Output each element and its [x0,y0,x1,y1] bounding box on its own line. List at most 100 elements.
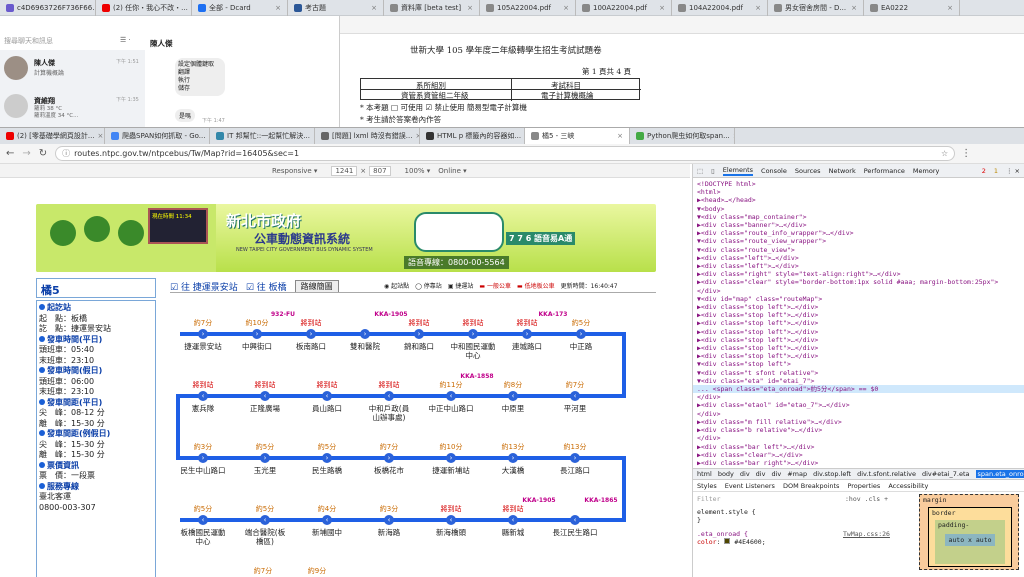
close-icon[interactable]: × [733,132,734,140]
devtools-tab[interactable]: Performance [864,167,905,175]
browser-tab[interactable]: 男女宿舍房間 - D... × [768,0,864,16]
browser-tab[interactable]: EA0222 × [864,0,960,16]
dom-node[interactable]: ▶<div class="clear" style="border-bottom… [693,278,1024,286]
height-field[interactable]: 807 [369,165,391,176]
inspect-icon[interactable]: ⬚ [697,167,703,175]
breadcrumb-item[interactable]: div.stop.left [813,470,851,478]
star-icon[interactable]: ☆ [941,149,948,158]
styles-tab[interactable]: Styles [697,482,717,490]
styles-tab[interactable]: Accessibility [888,482,928,490]
stop-name[interactable]: 中和國民運動中心 [450,342,496,360]
device-icon[interactable]: ▯ [711,167,715,175]
dom-node[interactable]: ▶<div class="right" style="text-align:ri… [693,270,1024,278]
stop-name[interactable]: 長江民生路口 [552,528,598,537]
devtools-tab[interactable]: Console [761,167,787,175]
breadcrumb-item[interactable]: #map [787,470,807,478]
stop-name[interactable]: 民生中山路口 [180,466,226,475]
dom-node[interactable]: ▶<div class="stop left">…</div> [693,336,1024,344]
dom-node[interactable]: ▶<head>…</head> [693,196,1024,204]
warning-count[interactable]: 1 [994,167,998,175]
breadcrumb-item[interactable]: body [718,470,734,478]
browser-tab[interactable]: c4D6963726F736F66...× [0,0,96,16]
browser-tab[interactable]: Python爬虫如何取span...× [630,128,735,144]
dom-node[interactable]: ▶<div class="etaol" id="etao_7">…</div> [693,401,1024,409]
devtools-menu-icon[interactable]: ⋮ × [1006,167,1020,175]
browser-tab[interactable]: IT 邦幫忙::一起幫忙解決...× [210,128,315,144]
stop-name[interactable]: 憲兵隊 [180,404,226,413]
devtools-tab[interactable]: Elements [722,166,754,176]
stop-name[interactable]: 員山路口 [304,404,350,413]
breadcrumb-item[interactable]: span.eta_onroad [975,470,1024,478]
dom-node[interactable]: </div> [693,287,1024,295]
stop-name[interactable]: 端合醫院(板橋區) [242,528,288,546]
device-mode-select[interactable]: Responsive ▾ [272,167,317,175]
dom-node[interactable]: ▼<body> [693,205,1024,213]
zoom-select[interactable]: 100% ▾ [405,167,431,175]
dom-node[interactable]: ▶<div class="stop left">…</div> [693,328,1024,336]
browser-tab[interactable]: 橘5 - 三峽 × [525,128,630,144]
stop-name[interactable]: 錦和路口 [396,342,442,351]
stop-name[interactable]: 新埔國中 [304,528,350,537]
devtools-tab[interactable]: Network [829,167,856,175]
styles-filter-input[interactable]: Filter [697,495,720,503]
stop-name[interactable]: 平河里 [552,404,598,413]
stop-name[interactable]: 板南路口 [288,342,334,351]
dom-node[interactable]: ▼<div id="map" class="routeMap"> [693,295,1024,303]
stop-name[interactable]: 民生路橋 [304,466,350,475]
breadcrumb-item[interactable]: div.t.sfont.relative [857,470,916,478]
close-icon[interactable]: × [467,4,473,12]
close-icon[interactable]: × [755,4,761,12]
devtools-tab[interactable]: Memory [913,167,939,175]
dom-node[interactable]: <!DOCTYPE html> [693,180,1024,188]
breadcrumb-item[interactable]: div [756,470,766,478]
dom-node[interactable]: ... <span class="eta_onroad">約5分</span> … [693,385,1024,394]
styles-filter-options[interactable]: :hov .cls + [845,495,888,503]
stop-name[interactable]: 雙和醫院 [342,342,388,351]
contact-name[interactable]: 資維翔 [34,96,55,106]
chat-menu-icon[interactable]: ☰ · [120,36,131,44]
close-icon[interactable]: × [659,4,665,12]
stop-name[interactable]: 板橋國民運動中心 [180,528,226,546]
dom-node[interactable]: ▶<div class="bar right">…</div> [693,459,1024,467]
stop-name[interactable]: 大漢橋 [490,466,536,475]
browser-tab[interactable]: (2) [零基礎學網頁設計... × [0,128,105,144]
close-icon[interactable]: × [275,4,281,12]
chat-search-input[interactable]: 搜尋聊天和訊息 [4,36,134,48]
dom-node[interactable]: ▼<div class="route_view_wrapper"> [693,237,1024,245]
dom-node[interactable]: ▶<div class="left">…</div> [693,262,1024,270]
dom-node[interactable]: ▶<div class="bar left">…</div> [693,443,1024,451]
dom-node[interactable]: ▶<div class="route_info_wrapper">…</div> [693,229,1024,237]
dom-node[interactable]: ▶<div class="stop left">…</div> [693,303,1024,311]
stop-name[interactable]: 板橋花市 [366,466,412,475]
browser-tab[interactable]: 爬蟲SPAN如何抓取 - Go...× [105,128,210,144]
devtools-tab[interactable]: Sources [795,167,821,175]
close-icon[interactable]: × [851,4,857,12]
breadcrumb-item[interactable]: div#etai_7.eta [922,470,970,478]
browser-tab[interactable]: [問題] lxml 時沒有錯誤...× [315,128,420,144]
stop-name[interactable]: 玉光里 [242,466,288,475]
info-icon[interactable]: ⓘ [62,148,70,159]
dom-node[interactable]: ▶<div class="b relative">…</div> [693,426,1024,434]
browser-tab[interactable]: HTML p 標籤內的容器如...× [420,128,525,144]
dom-node[interactable]: ▼<div class="map_container"> [693,213,1024,221]
styles-tab[interactable]: DOM Breakpoints [783,482,840,490]
dom-node[interactable]: ▶<div class="banner">…</div> [693,221,1024,229]
style-source-link[interactable]: TwMap.css:26 [843,530,890,538]
contact-name[interactable]: 陳人傑 [34,58,55,68]
close-icon[interactable]: × [563,4,569,12]
dom-node[interactable]: ▼<div class="t sfont relative"> [693,369,1024,377]
browser-tab[interactable]: 考古題 × [288,0,384,16]
stop-name[interactable]: 捷運新埔站 [428,466,474,475]
dom-node[interactable]: ▶<div class="stop left">…</div> [693,352,1024,360]
dom-node[interactable]: ▶<div class="stop left">…</div> [693,311,1024,319]
back-icon[interactable]: ← [6,148,14,159]
breadcrumb-item[interactable]: html [697,470,712,478]
breadcrumb-item[interactable]: div [740,470,750,478]
stop-name[interactable]: 中興街口 [234,342,280,351]
close-icon[interactable]: × [98,132,104,140]
dom-node[interactable]: ▶<div class="left">…</div> [693,254,1024,262]
stop-name[interactable]: 中正路 [558,342,604,351]
stop-name[interactable]: 中正中山路口 [428,404,474,413]
breadcrumb-item[interactable]: div [771,470,781,478]
dom-node[interactable]: <html> [693,188,1024,196]
